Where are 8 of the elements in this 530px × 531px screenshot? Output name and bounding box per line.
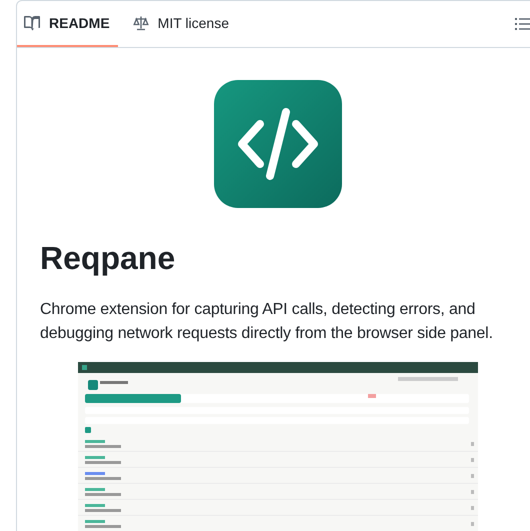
readme-title: Reqpane [40, 239, 176, 278]
scale-icon [132, 15, 149, 31]
tab[interactable]: README [17, 1, 118, 47]
tab[interactable]: MIT license [126, 1, 237, 47]
code-logo-icon [214, 80, 342, 208]
book-icon [24, 15, 40, 31]
readme-description: Chrome extension for capturing API calls, detecting errors, and debugging network requests directly from the browser side panel. [40, 300, 494, 344]
list-icon[interactable] [515, 16, 530, 32]
